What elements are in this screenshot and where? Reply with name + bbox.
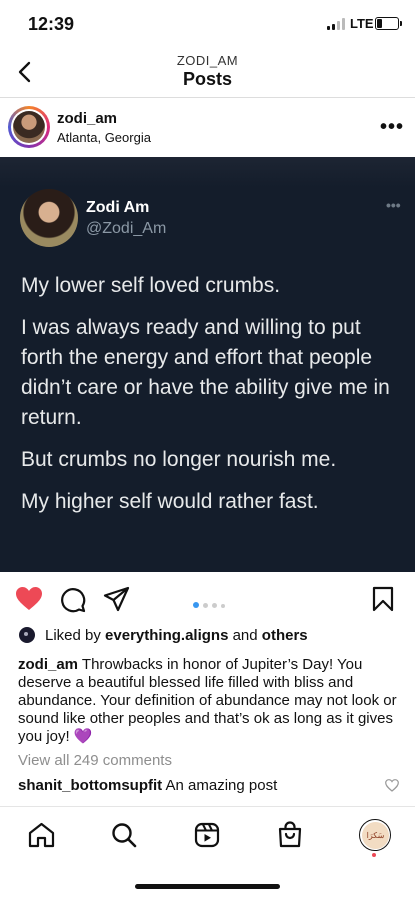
page-title: Posts [182,69,233,89]
likes-prefix: Liked by [45,627,101,644]
home-indicator[interactable] [135,884,280,889]
tweet-text: My lower self loved crumbs. I was always… [21,271,406,529]
comment-icon[interactable] [60,587,86,613]
tweet-avatar [20,189,78,247]
bookmark-icon[interactable] [372,586,394,612]
comment-row: shanit_bottomsupfit An amazing post [18,777,277,794]
header-username: ZODI_AM [176,53,239,68]
caption-username[interactable]: zodi_am [18,656,78,673]
share-icon[interactable] [103,586,130,612]
post-location[interactable]: Atlanta, Georgia [57,130,151,145]
tweet-more-icon: ••• [386,197,401,213]
avatar[interactable] [13,111,45,143]
likes-user[interactable]: everything.aligns [105,627,228,644]
likes-summary[interactable]: Liked by everything.aligns and others [45,627,308,644]
tweet-paragraph: But crumbs no longer nourish me. [21,448,337,471]
image-top-blur [0,157,415,187]
tweet-paragraph: My higher self would rather fast. [21,490,319,513]
tweet-name: Zodi Am [86,199,150,216]
likes-conj: and [232,627,258,644]
comment-like-icon[interactable] [385,779,399,792]
likes-others[interactable]: others [262,627,308,644]
header-divider [0,97,415,98]
tweet-paragraph: My lower self loved crumbs. [21,274,281,297]
battery-icon [375,17,402,30]
network-label: LTE [350,16,374,31]
carousel-indicator [193,595,229,613]
reels-icon[interactable] [194,822,220,848]
liker-avatar[interactable] [19,627,35,643]
post-image[interactable]: Zodi Am @Zodi_Am ••• My lower self loved… [0,157,415,572]
comment-username[interactable]: shanit_bottomsupfit [18,777,162,794]
status-time: 12:39 [28,14,75,34]
shop-icon[interactable] [277,821,303,849]
more-horizontal-icon[interactable]: ••• [380,116,404,139]
search-icon[interactable] [111,822,137,848]
heart-icon[interactable] [15,586,43,612]
purple-heart-emoji: 💜 [73,728,93,745]
tweet-paragraph: I was always ready and willing to put fo… [21,316,390,429]
post-username[interactable]: zodi_am [57,110,117,127]
view-all-comments-link[interactable]: View all 249 comments [18,752,172,769]
home-icon[interactable] [28,822,55,848]
notification-dot [372,853,376,857]
signal-icon [327,18,347,30]
tweet-handle: @Zodi_Am [86,220,167,237]
comment-text: An amazing post [165,777,278,794]
caption: zodi_am Throwbacks in honor of Jupiter’s… [18,656,400,746]
profile-avatar[interactable]: سَكرَا [362,822,389,849]
